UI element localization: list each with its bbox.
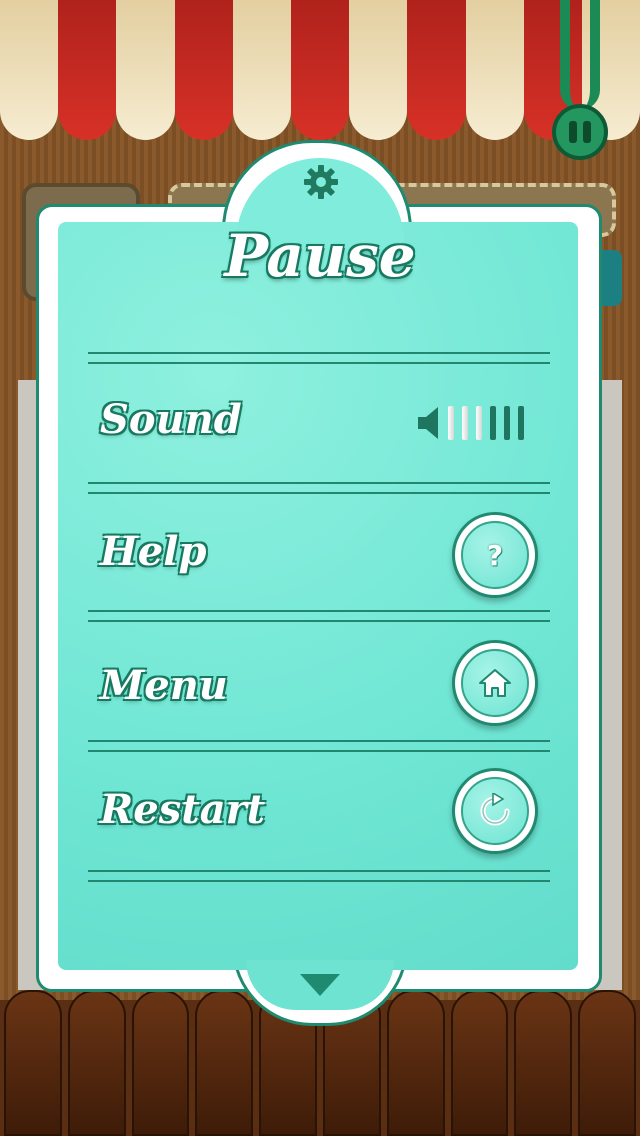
volume-bar [462, 406, 468, 440]
volume-bar [448, 406, 454, 440]
sound-label: Sound [100, 396, 242, 443]
volume-bar [476, 406, 482, 440]
volume-bar [490, 406, 496, 440]
divider [88, 482, 550, 494]
volume-bar [518, 406, 524, 440]
dialog-title: Pause [224, 222, 416, 290]
divider [88, 352, 550, 364]
volume-bar [504, 406, 510, 440]
menu-button[interactable] [452, 640, 538, 726]
divider [88, 610, 550, 622]
pause-rope [560, 0, 600, 110]
home-icon [479, 669, 511, 697]
volume-slider[interactable] [416, 402, 550, 444]
divider [88, 870, 550, 882]
menu-label: Menu [100, 662, 228, 709]
restart-button[interactable] [452, 768, 538, 854]
divider [88, 740, 550, 752]
gear-icon [303, 164, 339, 200]
collapse-arrow-icon[interactable] [300, 974, 340, 996]
speaker-icon [418, 407, 438, 439]
pause-button[interactable] [552, 104, 608, 160]
restart-label: Restart [100, 786, 266, 833]
help-button[interactable]: ? [452, 512, 538, 598]
question-icon: ? [486, 538, 504, 572]
help-label: Help [100, 528, 207, 575]
restart-icon [480, 793, 510, 826]
